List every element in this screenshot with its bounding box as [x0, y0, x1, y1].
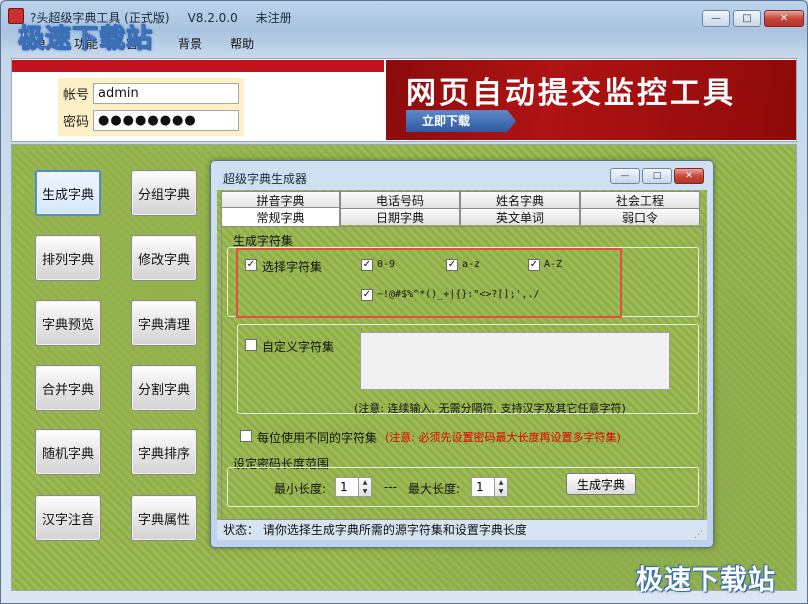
tab-regular[interactable]: 常规字典 [221, 207, 340, 226]
lowercase-label: a-z [462, 259, 481, 270]
watermark-bottom: 极速下载站 [636, 565, 776, 596]
account-label: 帐号 [63, 88, 90, 103]
max-length-stepper[interactable]: ▲ ▼ [494, 477, 508, 497]
merge-dict-button[interactable]: 合并字典 [35, 365, 101, 411]
app-version: V8.2.0.0 [187, 11, 238, 25]
per-position-warning: (注意: 必须先设置密码最大长度再设置多字符集) [385, 431, 621, 444]
modify-dict-button[interactable]: 修改字典 [131, 235, 197, 281]
up-arrow-icon[interactable]: ▲ [499, 479, 504, 486]
account-input[interactable]: admin [93, 83, 239, 104]
lowercase-checkbox[interactable]: ✓ [446, 259, 458, 271]
dict-properties-button[interactable]: 字典属性 [131, 495, 197, 541]
close-button[interactable]: ✕ [764, 10, 804, 27]
down-arrow-icon[interactable]: ▼ [499, 488, 504, 495]
tab-name[interactable]: 姓名字典 [460, 191, 580, 208]
maximize-button[interactable]: □ [733, 10, 761, 27]
dialog-minimize-button[interactable]: — [610, 168, 640, 184]
max-length-input[interactable]: 1 [471, 477, 495, 497]
dialog-title: 超级字典生成器 [223, 172, 308, 186]
split-dict-button[interactable]: 分割字典 [131, 365, 197, 411]
tab-weak-password[interactable]: 弱口令 [580, 208, 700, 225]
tab-english[interactable]: 英文单词 [460, 208, 580, 225]
uppercase-label: A-Z [544, 259, 563, 270]
custom-charset-note: (注意: 连续输入, 无需分隔符, 支持汉字及其它任意字符) [354, 402, 626, 415]
preview-dict-button[interactable]: 字典预览 [35, 300, 101, 346]
tab-date[interactable]: 日期字典 [340, 208, 460, 225]
resize-grip-icon[interactable]: ⋰ [694, 530, 703, 540]
tab-pinyin[interactable]: 拼音字典 [221, 191, 340, 208]
symbols-checkbox[interactable]: ✓ [361, 289, 373, 301]
pinyin-annotate-button[interactable]: 汉字注音 [35, 495, 101, 541]
arrange-dict-button[interactable]: 排列字典 [35, 235, 101, 281]
select-charset-checkbox[interactable]: ✓ [245, 259, 257, 271]
custom-charset-label: 自定义字符集 [262, 340, 335, 354]
min-length-label: 最小长度: [274, 482, 327, 496]
menu-item-help[interactable]: 帮助 [230, 35, 254, 52]
max-length-label: 最大长度: [408, 482, 461, 496]
custom-charset-input[interactable] [360, 332, 670, 390]
random-dict-button[interactable]: 随机字典 [35, 429, 101, 475]
status-bar: 状态： 请你选择生成字典所需的源字符集和设置字典长度 [217, 520, 707, 540]
sort-dict-button[interactable]: 字典排序 [131, 429, 197, 475]
menu-item-background[interactable]: 背景 [178, 35, 202, 52]
clean-dict-button[interactable]: 字典清理 [131, 300, 197, 346]
length-separator: --- [384, 480, 397, 494]
up-arrow-icon[interactable]: ▲ [363, 479, 368, 486]
generate-button[interactable]: 生成字典 [566, 473, 636, 495]
group-dict-button[interactable]: 分组字典 [131, 170, 197, 216]
banner-title: 网页自动提交监控工具 [406, 76, 736, 111]
min-length-stepper[interactable]: ▲ ▼ [358, 477, 372, 497]
digits-checkbox[interactable]: ✓ [361, 259, 373, 271]
symbols-label: ~!@#$%^*()_+|{}:"<>?[];',./ [377, 289, 540, 300]
registration-status: 未注册 [255, 11, 292, 25]
digits-label: 0-9 [377, 259, 396, 270]
uppercase-checkbox[interactable]: ✓ [528, 259, 540, 271]
min-length-input[interactable]: 1 [335, 477, 359, 497]
dialog-maximize-button[interactable]: □ [642, 168, 672, 184]
generate-dict-button[interactable]: 生成字典 [35, 170, 101, 216]
custom-charset-checkbox[interactable] [245, 339, 257, 351]
banner-download-button[interactable]: 立即下载 [406, 110, 516, 132]
per-position-checkbox[interactable] [240, 430, 252, 442]
password-input[interactable]: ●●●●●●●● [93, 110, 239, 131]
watermark-top: 极速下载站 [17, 24, 154, 55]
tab-social-engineering[interactable]: 社会工程 [580, 191, 700, 208]
minimize-button[interactable]: — [702, 10, 730, 27]
tab-phone[interactable]: 电话号码 [340, 191, 460, 208]
select-charset-label: 选择字符集 [262, 260, 323, 274]
per-position-label: 每位使用不同的字符集 [257, 431, 378, 445]
dialog-close-button[interactable]: ✕ [674, 168, 704, 184]
down-arrow-icon[interactable]: ▼ [363, 488, 368, 495]
password-label: 密码 [63, 115, 90, 130]
